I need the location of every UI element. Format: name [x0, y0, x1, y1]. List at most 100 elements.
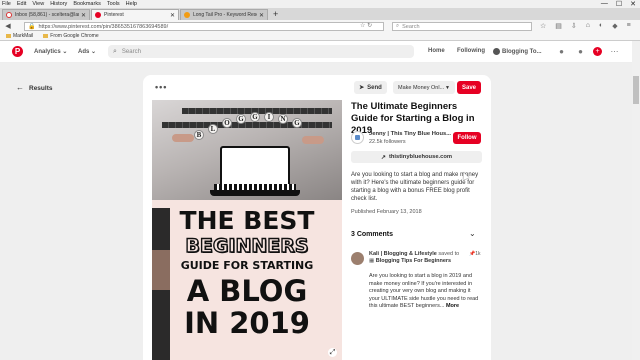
comments-header[interactable]: 3 Comments: [351, 231, 393, 238]
menu-edit[interactable]: Edit: [17, 1, 26, 7]
close-icon[interactable]: ✕: [259, 12, 264, 19]
more-icon[interactable]: ⋯: [610, 47, 619, 56]
menu-bar: File Edit View History Bookmarks Tools H…: [0, 0, 640, 8]
key-l: L: [208, 124, 218, 134]
menu-bookmarks[interactable]: Bookmarks: [73, 1, 101, 7]
tab-pinterest[interactable]: Pinterest ✕: [91, 9, 179, 20]
tab-bar: Inbox (58,861) - sceltera@lam... ✕ Pinte…: [0, 8, 640, 20]
send-button[interactable]: ➤ Send: [354, 81, 387, 94]
commenter-avatar[interactable]: [351, 252, 364, 265]
hand: [172, 134, 194, 142]
tab-gmail[interactable]: Inbox (58,861) - sceltera@lam... ✕: [2, 9, 90, 20]
add-icon[interactable]: +: [593, 47, 602, 56]
search-icon: ⌕: [396, 23, 400, 29]
author-avatar[interactable]: [351, 131, 364, 144]
send-icon: ➤: [359, 85, 365, 91]
pin-image[interactable]: B L O G G I N G THE BEST BEGINNERS GUIDE…: [152, 100, 342, 360]
url-bar[interactable]: 🔒 https://www.pinterest.com/pin/38653516…: [24, 22, 384, 31]
chevron-down-icon: ⌄: [62, 49, 68, 55]
menu-history[interactable]: History: [50, 1, 67, 7]
key-g: G: [236, 114, 246, 124]
more-link[interactable]: More: [446, 303, 459, 309]
save-button[interactable]: Save: [457, 81, 481, 94]
pinterest-search-input[interactable]: ⌕ Search: [108, 45, 414, 58]
comment-text: Are you looking to start a blog in 2019 …: [369, 273, 479, 310]
source-link-button[interactable]: ↗ thistinybluehouse.com: [351, 151, 482, 163]
chevron-down-icon[interactable]: ⌄: [469, 229, 476, 238]
menu-help[interactable]: Help: [126, 1, 137, 7]
close-window-button[interactable]: ✕: [630, 0, 636, 8]
gmail-icon: [6, 12, 12, 18]
home-link[interactable]: Home: [428, 48, 445, 54]
star-icon[interactable]: ☆: [540, 22, 546, 30]
clipboard-icon[interactable]: ▤: [555, 22, 562, 30]
menu-file[interactable]: File: [2, 1, 11, 7]
analytics-label: Analytics: [34, 49, 61, 55]
folder-icon: [6, 34, 11, 38]
pin-text-line4: A BLOG: [186, 274, 308, 308]
commenter-name[interactable]: Kali | Blogging & Lifestyle: [369, 251, 437, 257]
extension-icon[interactable]: ◆: [612, 22, 617, 30]
bookmark-star-icon[interactable]: ☆: [360, 23, 365, 29]
browser-search-placeholder: Search: [402, 23, 420, 30]
following-link[interactable]: Following: [457, 48, 485, 54]
board-select[interactable]: Make Money Onl... ▼: [393, 81, 455, 94]
bookmarks-bar: MarkMail From Google Chrome: [0, 32, 640, 41]
chat-icon[interactable]: ●: [557, 47, 566, 56]
profile-link[interactable]: Blogging To...: [493, 48, 542, 55]
comment-body: Are you looking to start a blog in 2019 …: [369, 273, 481, 311]
analytics-menu[interactable]: Analytics ⌄: [34, 48, 67, 55]
comment-board-link[interactable]: Blogging Tips For Beginners: [376, 258, 451, 264]
download-icon[interactable]: ⇩: [571, 22, 577, 30]
maximize-button[interactable]: ☐: [616, 0, 622, 8]
url-text: https://www.pinterest.com/pin/3865351678…: [38, 23, 169, 30]
new-tab-button[interactable]: +: [273, 9, 278, 20]
refresh-icon[interactable]: ↻: [367, 23, 372, 29]
published-date: Published February 13, 2018: [351, 209, 422, 215]
close-icon[interactable]: ✕: [170, 12, 175, 19]
comment-header: Kali | Blogging & Lifestyle saved to ▦ B…: [369, 251, 465, 265]
bookmark-markmail[interactable]: MarkMail: [6, 33, 33, 39]
key-i: I: [264, 112, 274, 122]
tab-label: Inbox (58,861) - sceltera@lam...: [15, 12, 79, 18]
menu-view[interactable]: View: [32, 1, 44, 7]
author-name[interactable]: Jenny | This Tiny Blue Hous...: [369, 131, 451, 137]
pin-card: ••• ➤ Send Make Money Onl... ▼ Save B L O…: [143, 75, 491, 360]
close-icon[interactable]: ✕: [81, 12, 86, 19]
menu-tools[interactable]: Tools: [107, 1, 120, 7]
send-label: Send: [367, 84, 382, 91]
notifications-icon[interactable]: ●: [576, 47, 585, 56]
pinterest-logo[interactable]: P: [12, 46, 23, 57]
bookmark-from-chrome[interactable]: From Google Chrome: [43, 33, 99, 39]
results-back-link[interactable]: ← Results: [16, 83, 52, 92]
scrollbar-thumb[interactable]: [633, 76, 639, 104]
tab-longtailpro[interactable]: Long Tail Pro - Keyword Resear... ✕: [180, 9, 268, 20]
board-select-value: Make Money Onl...: [398, 84, 445, 91]
more-options-button[interactable]: •••: [155, 82, 167, 92]
back-icon[interactable]: ◀: [3, 22, 13, 30]
follow-button[interactable]: Follow: [453, 132, 481, 144]
search-placeholder: Search: [121, 48, 141, 55]
author-followers: 22.5k followers: [369, 139, 406, 145]
pinterest-header: P Analytics ⌄ Ads ⌄ ⌕ Search Home Follow…: [0, 41, 632, 63]
pin-text-line1: THE BEST: [179, 206, 315, 235]
arrow-left-icon: ←: [16, 83, 24, 92]
comment-likes: 📌1k: [469, 251, 481, 257]
bookmark-label: MarkMail: [13, 33, 34, 39]
tab-label: Long Tail Pro - Keyword Resear...: [193, 12, 257, 18]
expand-icon[interactable]: ⤢: [328, 348, 337, 357]
profile-label: Blogging To...: [502, 49, 542, 56]
likes-count: 1k: [475, 251, 481, 257]
menu-icon[interactable]: ≡: [627, 22, 631, 30]
pocket-icon[interactable]: ◐: [599, 22, 603, 30]
longtailpro-icon: [184, 12, 190, 18]
laptop-base: [210, 190, 300, 196]
browser-search-input[interactable]: ⌕ Search: [392, 22, 532, 31]
minimize-button[interactable]: —: [601, 0, 608, 8]
ads-menu[interactable]: Ads ⌄: [78, 48, 96, 55]
home-icon[interactable]: ⌂: [586, 22, 590, 30]
search-icon: ⌕: [113, 47, 117, 55]
pin-text-line2: BEGINNERS: [185, 235, 310, 257]
bookmark-label: From Google Chrome: [50, 33, 99, 39]
pinterest-icon: [95, 12, 101, 18]
